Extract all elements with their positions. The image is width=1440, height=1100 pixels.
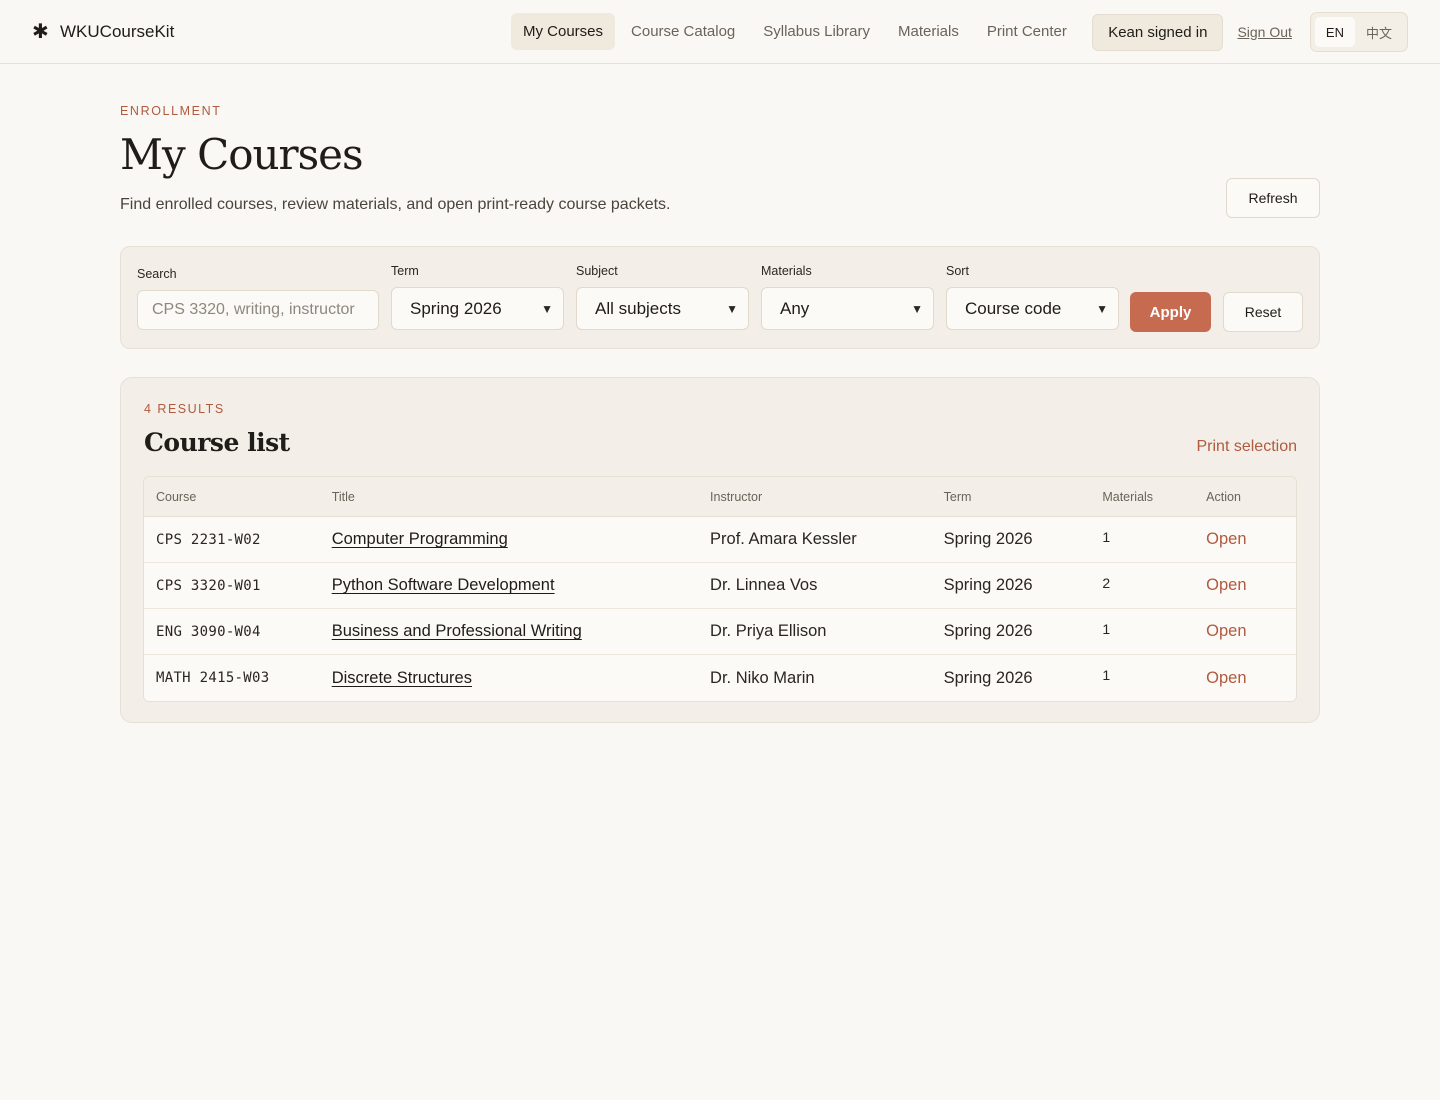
filter-panel: Search Term Spring 2026 ▼ Subject All su…: [120, 246, 1320, 349]
search-field: Search: [137, 267, 379, 330]
subject-select[interactable]: All subjects ▼: [576, 287, 749, 330]
open-course-link[interactable]: Open: [1206, 622, 1246, 640]
results-count: 4 RESULTS: [144, 402, 225, 416]
course-code: CPS 2231-W02: [156, 531, 261, 548]
term-select[interactable]: Spring 2026 ▼: [391, 287, 564, 330]
column-header-title: Title: [331, 489, 355, 504]
search-input[interactable]: [137, 290, 379, 330]
column-header-course: Course: [156, 489, 197, 504]
print-selection-button[interactable]: Print selection: [1197, 438, 1298, 456]
signed-in-badge: Kean signed in: [1092, 13, 1224, 51]
course-code: CPS 3320-W01: [156, 577, 261, 594]
materials-count: 1: [1102, 667, 1111, 683]
materials-field: Materials Any ▼: [761, 264, 934, 330]
nav-item-materials[interactable]: Materials: [886, 13, 971, 50]
course-title-link[interactable]: Discrete Structures: [332, 669, 472, 687]
instructor-name: Prof. Amara Kessler: [710, 530, 857, 548]
course-code: ENG 3090-W04: [156, 623, 261, 640]
table-row: CPS 3320-W01 Python Software Development…: [144, 563, 1296, 609]
sign-out-link[interactable]: Sign Out: [1237, 24, 1291, 40]
page-title: My Courses: [120, 130, 364, 179]
course-title-link[interactable]: Python Software Development: [332, 576, 555, 594]
table-row: CPS 2231-W02 Computer Programming Prof. …: [144, 517, 1296, 563]
asterisk-icon: ✱: [32, 20, 49, 43]
course-title-link[interactable]: Computer Programming: [332, 530, 508, 548]
table-header: Course Title Instructor Term Materials A…: [144, 477, 1296, 517]
refresh-button[interactable]: Refresh: [1226, 178, 1320, 218]
materials-select[interactable]: Any ▼: [761, 287, 934, 330]
subject-select-value: All subjects: [595, 298, 681, 318]
course-code: MATH 2415-W03: [156, 670, 270, 686]
course-term: Spring 2026: [943, 668, 1033, 687]
table-row: ENG 3090-W04 Business and Professional W…: [144, 609, 1296, 655]
main-nav: My Courses Course Catalog Syllabus Libra…: [511, 13, 1083, 50]
lang-en-button[interactable]: EN: [1314, 17, 1355, 47]
instructor-name: Dr. Linnea Vos: [710, 576, 818, 594]
results-panel: 4 RESULTS Course list Print selection Co…: [120, 377, 1320, 723]
term-field: Term Spring 2026 ▼: [391, 264, 564, 330]
sort-field: Sort Course code ▼: [946, 264, 1119, 330]
chevron-down-icon: ▼: [1096, 301, 1108, 316]
search-label: Search: [137, 267, 177, 281]
instructor-name: Dr. Priya Ellison: [710, 622, 827, 640]
sort-select-value: Course code: [965, 298, 1062, 318]
column-header-term: Term: [943, 489, 972, 504]
nav-item-my-courses[interactable]: My Courses: [511, 13, 616, 50]
open-course-link[interactable]: Open: [1206, 576, 1246, 594]
language-switcher: EN 中文: [1309, 12, 1408, 52]
page-eyebrow: ENROLLMENT: [120, 104, 222, 118]
materials-select-value: Any: [780, 298, 810, 318]
top-navigation-bar: ✱ WKUCourseKit My Courses Course Catalog…: [0, 0, 1440, 64]
sort-label: Sort: [946, 264, 969, 278]
chevron-down-icon: ▼: [541, 301, 553, 316]
nav-item-print-center[interactable]: Print Center: [975, 13, 1079, 50]
course-term: Spring 2026: [943, 530, 1033, 548]
open-course-link[interactable]: Open: [1206, 669, 1246, 687]
chevron-down-icon: ▼: [911, 301, 923, 316]
materials-count: 1: [1102, 528, 1111, 545]
chevron-down-icon: ▼: [726, 301, 738, 316]
brand[interactable]: ✱ WKUCourseKit: [32, 22, 174, 42]
course-table: Course Title Instructor Term Materials A…: [143, 476, 1297, 702]
term-select-value: Spring 2026: [410, 298, 502, 318]
column-header-materials: Materials: [1102, 489, 1154, 504]
nav-item-syllabus-library[interactable]: Syllabus Library: [751, 13, 882, 50]
course-term: Spring 2026: [943, 576, 1033, 594]
materials-label: Materials: [761, 264, 812, 278]
apply-button[interactable]: Apply: [1130, 292, 1211, 332]
page-subtitle: Find enrolled courses, review materials,…: [120, 196, 671, 213]
subject-field: Subject All subjects ▼: [576, 264, 749, 330]
nav-item-course-catalog[interactable]: Course Catalog: [619, 13, 747, 50]
column-header-instructor: Instructor: [710, 489, 763, 504]
term-label: Term: [391, 264, 419, 278]
course-term: Spring 2026: [943, 622, 1033, 640]
instructor-name: Dr. Niko Marin: [710, 668, 815, 687]
materials-count: 1: [1102, 620, 1111, 637]
app-name: WKUCourseKit: [60, 21, 175, 41]
sort-select[interactable]: Course code ▼: [946, 287, 1119, 330]
reset-button[interactable]: Reset: [1223, 292, 1303, 332]
course-title-link[interactable]: Business and Professional Writing: [332, 622, 582, 640]
lang-zh-button[interactable]: 中文: [1355, 17, 1403, 47]
materials-count: 2: [1102, 574, 1111, 591]
column-header-action: Action: [1206, 489, 1241, 504]
table-row: MATH 2415-W03 Discrete Structures Dr. Ni…: [144, 655, 1296, 701]
results-title: Course list: [144, 428, 290, 457]
open-course-link[interactable]: Open: [1206, 530, 1246, 548]
user-tools: Kean signed in Sign Out EN 中文: [1092, 12, 1408, 52]
subject-label: Subject: [576, 264, 618, 278]
